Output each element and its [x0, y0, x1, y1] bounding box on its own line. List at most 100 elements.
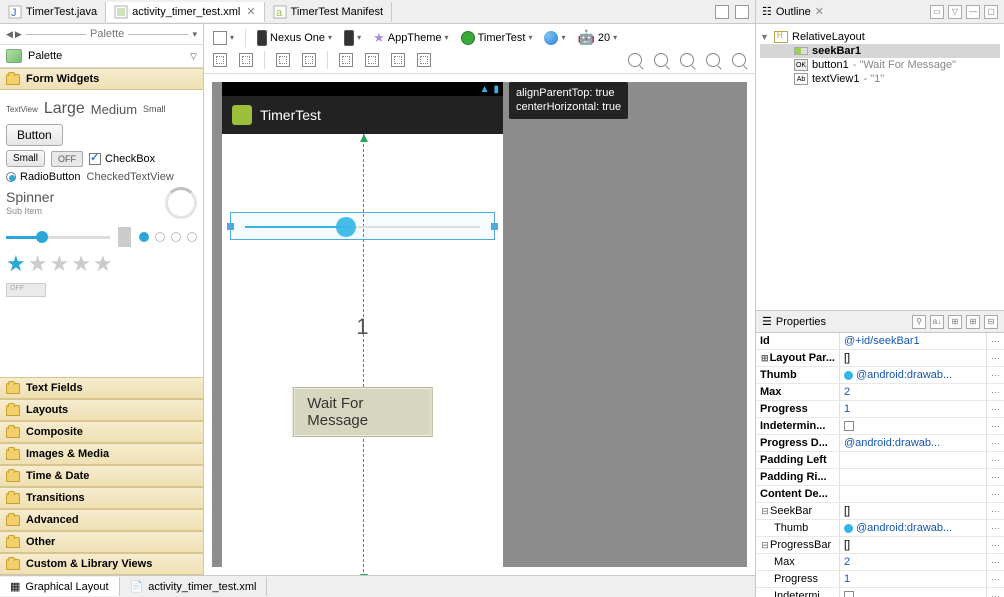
outline-textview[interactable]: Ab textView1 - "1": [760, 72, 1000, 86]
cat-form-widgets[interactable]: Form Widgets: [0, 68, 203, 90]
props-group-icon[interactable]: ⊞: [948, 315, 962, 329]
more-icon[interactable]: ⋯: [986, 537, 1004, 553]
prop-progress-val[interactable]: 1: [840, 401, 986, 417]
widget-textview[interactable]: TextView: [6, 105, 38, 114]
prop-progress2-val[interactable]: 1: [840, 571, 986, 587]
widget-radiobutton[interactable]: RadioButton: [6, 171, 81, 183]
prop-row-indet[interactable]: Indetermin...⋯: [756, 418, 1004, 435]
more-icon[interactable]: ⋯: [986, 435, 1004, 451]
more-icon[interactable]: ⋯: [986, 418, 1004, 434]
prop-row-max2[interactable]: Max2⋯: [756, 554, 1004, 571]
textview-widget[interactable]: 1: [222, 314, 503, 340]
props-add-icon[interactable]: ⊞: [966, 315, 980, 329]
tb-zoom-in[interactable]: [729, 52, 749, 68]
prop-layout-val[interactable]: []: [840, 350, 986, 366]
tb-locale[interactable]: ▾: [541, 30, 568, 46]
props-remove-icon[interactable]: ⊟: [984, 315, 998, 329]
widget-page-indicator[interactable]: [139, 232, 197, 242]
tb-orientation[interactable]: ▾: [341, 29, 364, 47]
minimize-icon[interactable]: [715, 5, 729, 19]
outline-min2-icon[interactable]: —: [966, 5, 980, 19]
prop-row-layout[interactable]: ⊞Layout Par...[]⋯: [756, 350, 1004, 367]
prop-max2-val[interactable]: 2: [840, 554, 986, 570]
tb-toggle-margin[interactable]: [273, 52, 293, 68]
prop-row-contentd[interactable]: Content De...⋯: [756, 486, 1004, 503]
widget-medium[interactable]: Medium: [91, 102, 137, 117]
checkbox-icon[interactable]: [844, 591, 854, 597]
more-icon[interactable]: ⋯: [986, 554, 1004, 570]
tb-zoom-100[interactable]: [651, 52, 671, 68]
widget-checkbox[interactable]: CheckBox: [89, 153, 155, 165]
more-icon[interactable]: ⋯: [986, 588, 1004, 597]
prop-row-id[interactable]: Id@+id/seekBar1⋯: [756, 333, 1004, 350]
prop-row-padr[interactable]: Padding Ri...⋯: [756, 469, 1004, 486]
widget-spinner[interactable]: Spinner: [6, 189, 54, 205]
prop-thumb-val[interactable]: @android:drawab...: [840, 367, 986, 383]
widget-large[interactable]: Large: [44, 100, 85, 118]
prop-seekbar-val[interactable]: []: [840, 503, 986, 519]
tb-align3[interactable]: [388, 52, 408, 68]
more-icon[interactable]: ⋯: [986, 571, 1004, 587]
prop-thumb2-val[interactable]: @android:drawab...: [840, 520, 986, 536]
outline-toggle-icon[interactable]: ▽: [948, 5, 962, 19]
more-icon[interactable]: ⋯: [986, 401, 1004, 417]
tb-api[interactable]: 🤖20▾: [574, 28, 620, 47]
resize-handle-left[interactable]: [227, 223, 234, 230]
widget-checkedtv[interactable]: CheckedTextView: [87, 171, 174, 183]
widget-button[interactable]: Button: [6, 124, 63, 146]
prop-indet-val[interactable]: [840, 418, 986, 434]
tb-toggle-gravity[interactable]: [299, 52, 319, 68]
cat-custom[interactable]: Custom & Library Views: [0, 553, 203, 575]
prop-row-progressd[interactable]: Progress D...@android:drawab...⋯: [756, 435, 1004, 452]
tab-manifest[interactable]: a TimerTest Manifest: [265, 2, 393, 22]
collapse-icon[interactable]: ⊟: [760, 506, 770, 517]
more-icon[interactable]: ⋯: [986, 350, 1004, 366]
tab-close-icon[interactable]: ✕: [246, 5, 255, 18]
prop-progressd-val[interactable]: @android:drawab...: [840, 435, 986, 451]
tb-toggle-fill[interactable]: [210, 52, 230, 68]
cat-time[interactable]: Time & Date: [0, 465, 203, 487]
tb-toggle-wrap[interactable]: [236, 52, 256, 68]
collapse-icon[interactable]: ⊟: [760, 540, 770, 551]
tb-align4[interactable]: [414, 52, 434, 68]
prop-row-thumb[interactable]: Thumb@android:drawab...⋯: [756, 367, 1004, 384]
more-icon[interactable]: ⋯: [986, 520, 1004, 536]
prop-contentd-val[interactable]: [840, 486, 986, 502]
resize-handle-right[interactable]: [491, 223, 498, 230]
btab-graphical[interactable]: ▦ Graphical Layout: [0, 577, 120, 596]
more-icon[interactable]: ⋯: [986, 367, 1004, 383]
expand-icon[interactable]: ▼: [760, 32, 770, 42]
prop-row-seekbar[interactable]: ⊟SeekBar[]⋯: [756, 503, 1004, 520]
prop-row-progress2[interactable]: Progress1⋯: [756, 571, 1004, 588]
tb-zoom-out[interactable]: [625, 52, 645, 68]
widget-small-button[interactable]: Small: [6, 150, 45, 167]
prop-id-val[interactable]: @+id/seekBar1: [840, 333, 986, 349]
outline-seekbar[interactable]: seekBar1: [760, 44, 1000, 58]
widget-switch[interactable]: [6, 283, 46, 297]
widget-slider[interactable]: [6, 236, 110, 239]
button-widget[interactable]: Wait For Message: [292, 387, 433, 437]
widget-seek-rect[interactable]: [118, 227, 131, 247]
prop-row-indet2[interactable]: Indetermi...⋯: [756, 588, 1004, 597]
cat-textfields[interactable]: Text Fields: [0, 377, 203, 399]
prop-progressbar-val[interactable]: []: [840, 537, 986, 553]
tb-palette-config[interactable]: ▾: [210, 30, 237, 46]
palette-fwd-icon[interactable]: ▶: [15, 29, 22, 40]
prop-row-progressbar[interactable]: ⊟ProgressBar[]⋯: [756, 537, 1004, 554]
prop-row-max[interactable]: Max2⋯: [756, 384, 1004, 401]
palette-back-icon[interactable]: ◀: [6, 29, 13, 40]
props-sort-icon[interactable]: a↓: [930, 315, 944, 329]
cat-images[interactable]: Images & Media: [0, 443, 203, 465]
cat-advanced[interactable]: Advanced: [0, 509, 203, 531]
cat-layouts[interactable]: Layouts: [0, 399, 203, 421]
cat-other[interactable]: Other: [0, 531, 203, 553]
widget-small[interactable]: Small: [143, 104, 166, 114]
tb-align2[interactable]: [362, 52, 382, 68]
tb-theme[interactable]: ★AppTheme▾: [370, 29, 451, 47]
maximize-icon[interactable]: [735, 5, 749, 19]
cat-composite[interactable]: Composite: [0, 421, 203, 443]
prop-row-progress[interactable]: Progress1⋯: [756, 401, 1004, 418]
prop-row-thumb2[interactable]: Thumb@android:drawab...⋯: [756, 520, 1004, 537]
tb-zoom-fit[interactable]: [677, 52, 697, 68]
outline-max-icon[interactable]: ▢: [984, 5, 998, 19]
